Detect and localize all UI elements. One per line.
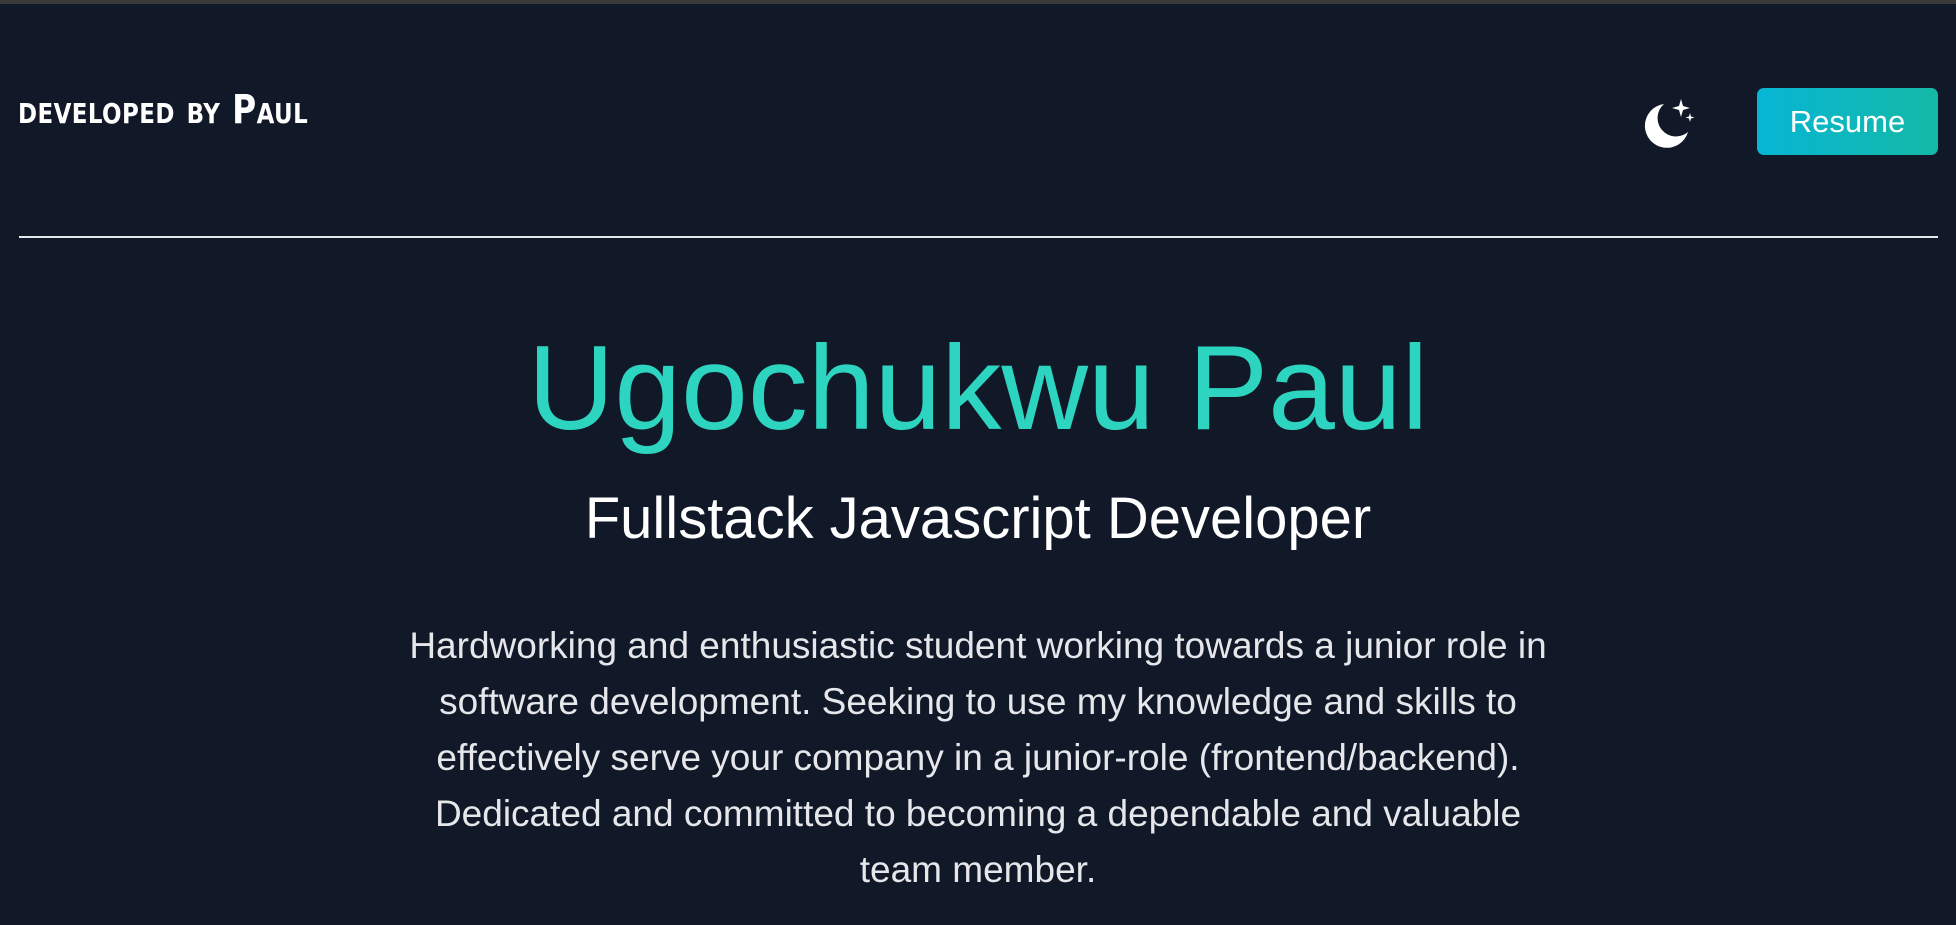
moon-stars-icon [1644,99,1695,148]
brand-logo[interactable]: developed by Paul [18,90,308,130]
resume-button[interactable]: Resume [1757,88,1938,155]
hero-role: Fullstack Javascript Developer [584,486,1372,551]
theme-toggle-button[interactable] [1638,96,1696,154]
navbar: developed by Paul Resume [0,4,1956,237]
hero-name: Ugochukwu Paul [527,321,1429,455]
hero-section: Ugochukwu Paul Fullstack Javascript Deve… [0,238,1956,925]
hero-bio: Hardworking and enthusiastic student wor… [409,625,1547,890]
